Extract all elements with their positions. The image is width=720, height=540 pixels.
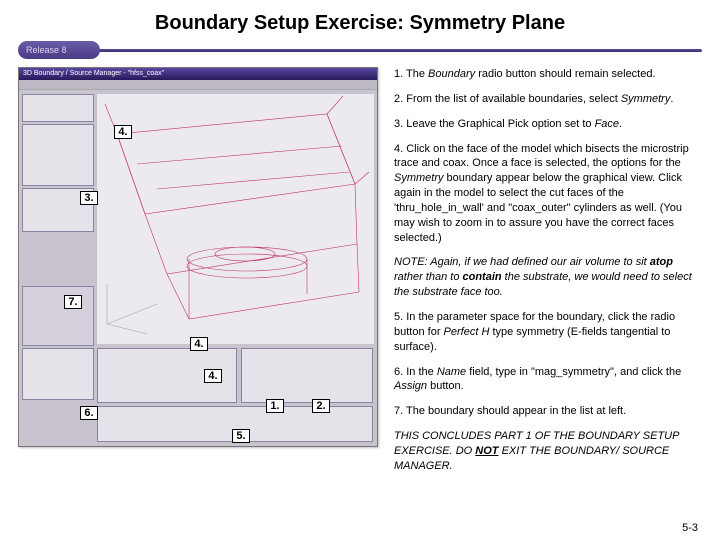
callout-5: 5. xyxy=(232,429,250,443)
callout-1: 1. xyxy=(266,399,284,413)
step-6: 6. In the Name field, type in "mag_symme… xyxy=(394,365,702,395)
callout-6: 6. xyxy=(80,406,98,420)
step-7: 7. The boundary should appear in the lis… xyxy=(394,404,702,419)
release-pill: Release 8 xyxy=(18,41,100,59)
callout-4a: 4. xyxy=(114,125,132,139)
pane-boundary-type xyxy=(22,94,94,122)
header-bar: Release 8 xyxy=(18,41,702,59)
callout-7: 7. xyxy=(64,295,82,309)
header-line xyxy=(78,49,702,52)
step-2: 2. From the list of available boundaries… xyxy=(394,92,702,107)
pane-assigned xyxy=(22,286,94,346)
pane-boundary-list xyxy=(22,124,94,186)
menubar xyxy=(19,80,377,90)
model-wireframe xyxy=(97,94,374,344)
closing: THIS CONCLUDES PART 1 OF THE BOUNDARY SE… xyxy=(394,429,702,474)
callout-4c: 4. xyxy=(204,369,222,383)
instruction-text: 1. The Boundary radio button should rema… xyxy=(394,67,702,484)
step-5: 5. In the parameter space for the bounda… xyxy=(394,310,702,355)
pane-name-assign xyxy=(22,348,94,400)
page-title: Boundary Setup Exercise: Symmetry Plane xyxy=(0,0,720,41)
pane-second-opts xyxy=(241,348,373,403)
screenshot: 3D Boundary / Source Manager - "hfss_coa… xyxy=(18,67,378,447)
page-number: 5-3 xyxy=(682,522,698,534)
step-3: 3. Leave the Graphical Pick option set t… xyxy=(394,117,702,132)
callout-4b: 4. xyxy=(190,337,208,351)
viewport-3d xyxy=(97,94,374,344)
callout-3: 3. xyxy=(80,191,98,205)
step-4: 4. Click on the face of the model which … xyxy=(394,142,702,246)
step-1: 1. The Boundary radio button should rema… xyxy=(394,67,702,82)
note: NOTE: Again, if we had defined our air v… xyxy=(394,255,702,300)
window-titlebar: 3D Boundary / Source Manager - "hfss_coa… xyxy=(19,68,377,80)
callout-2: 2. xyxy=(312,399,330,413)
